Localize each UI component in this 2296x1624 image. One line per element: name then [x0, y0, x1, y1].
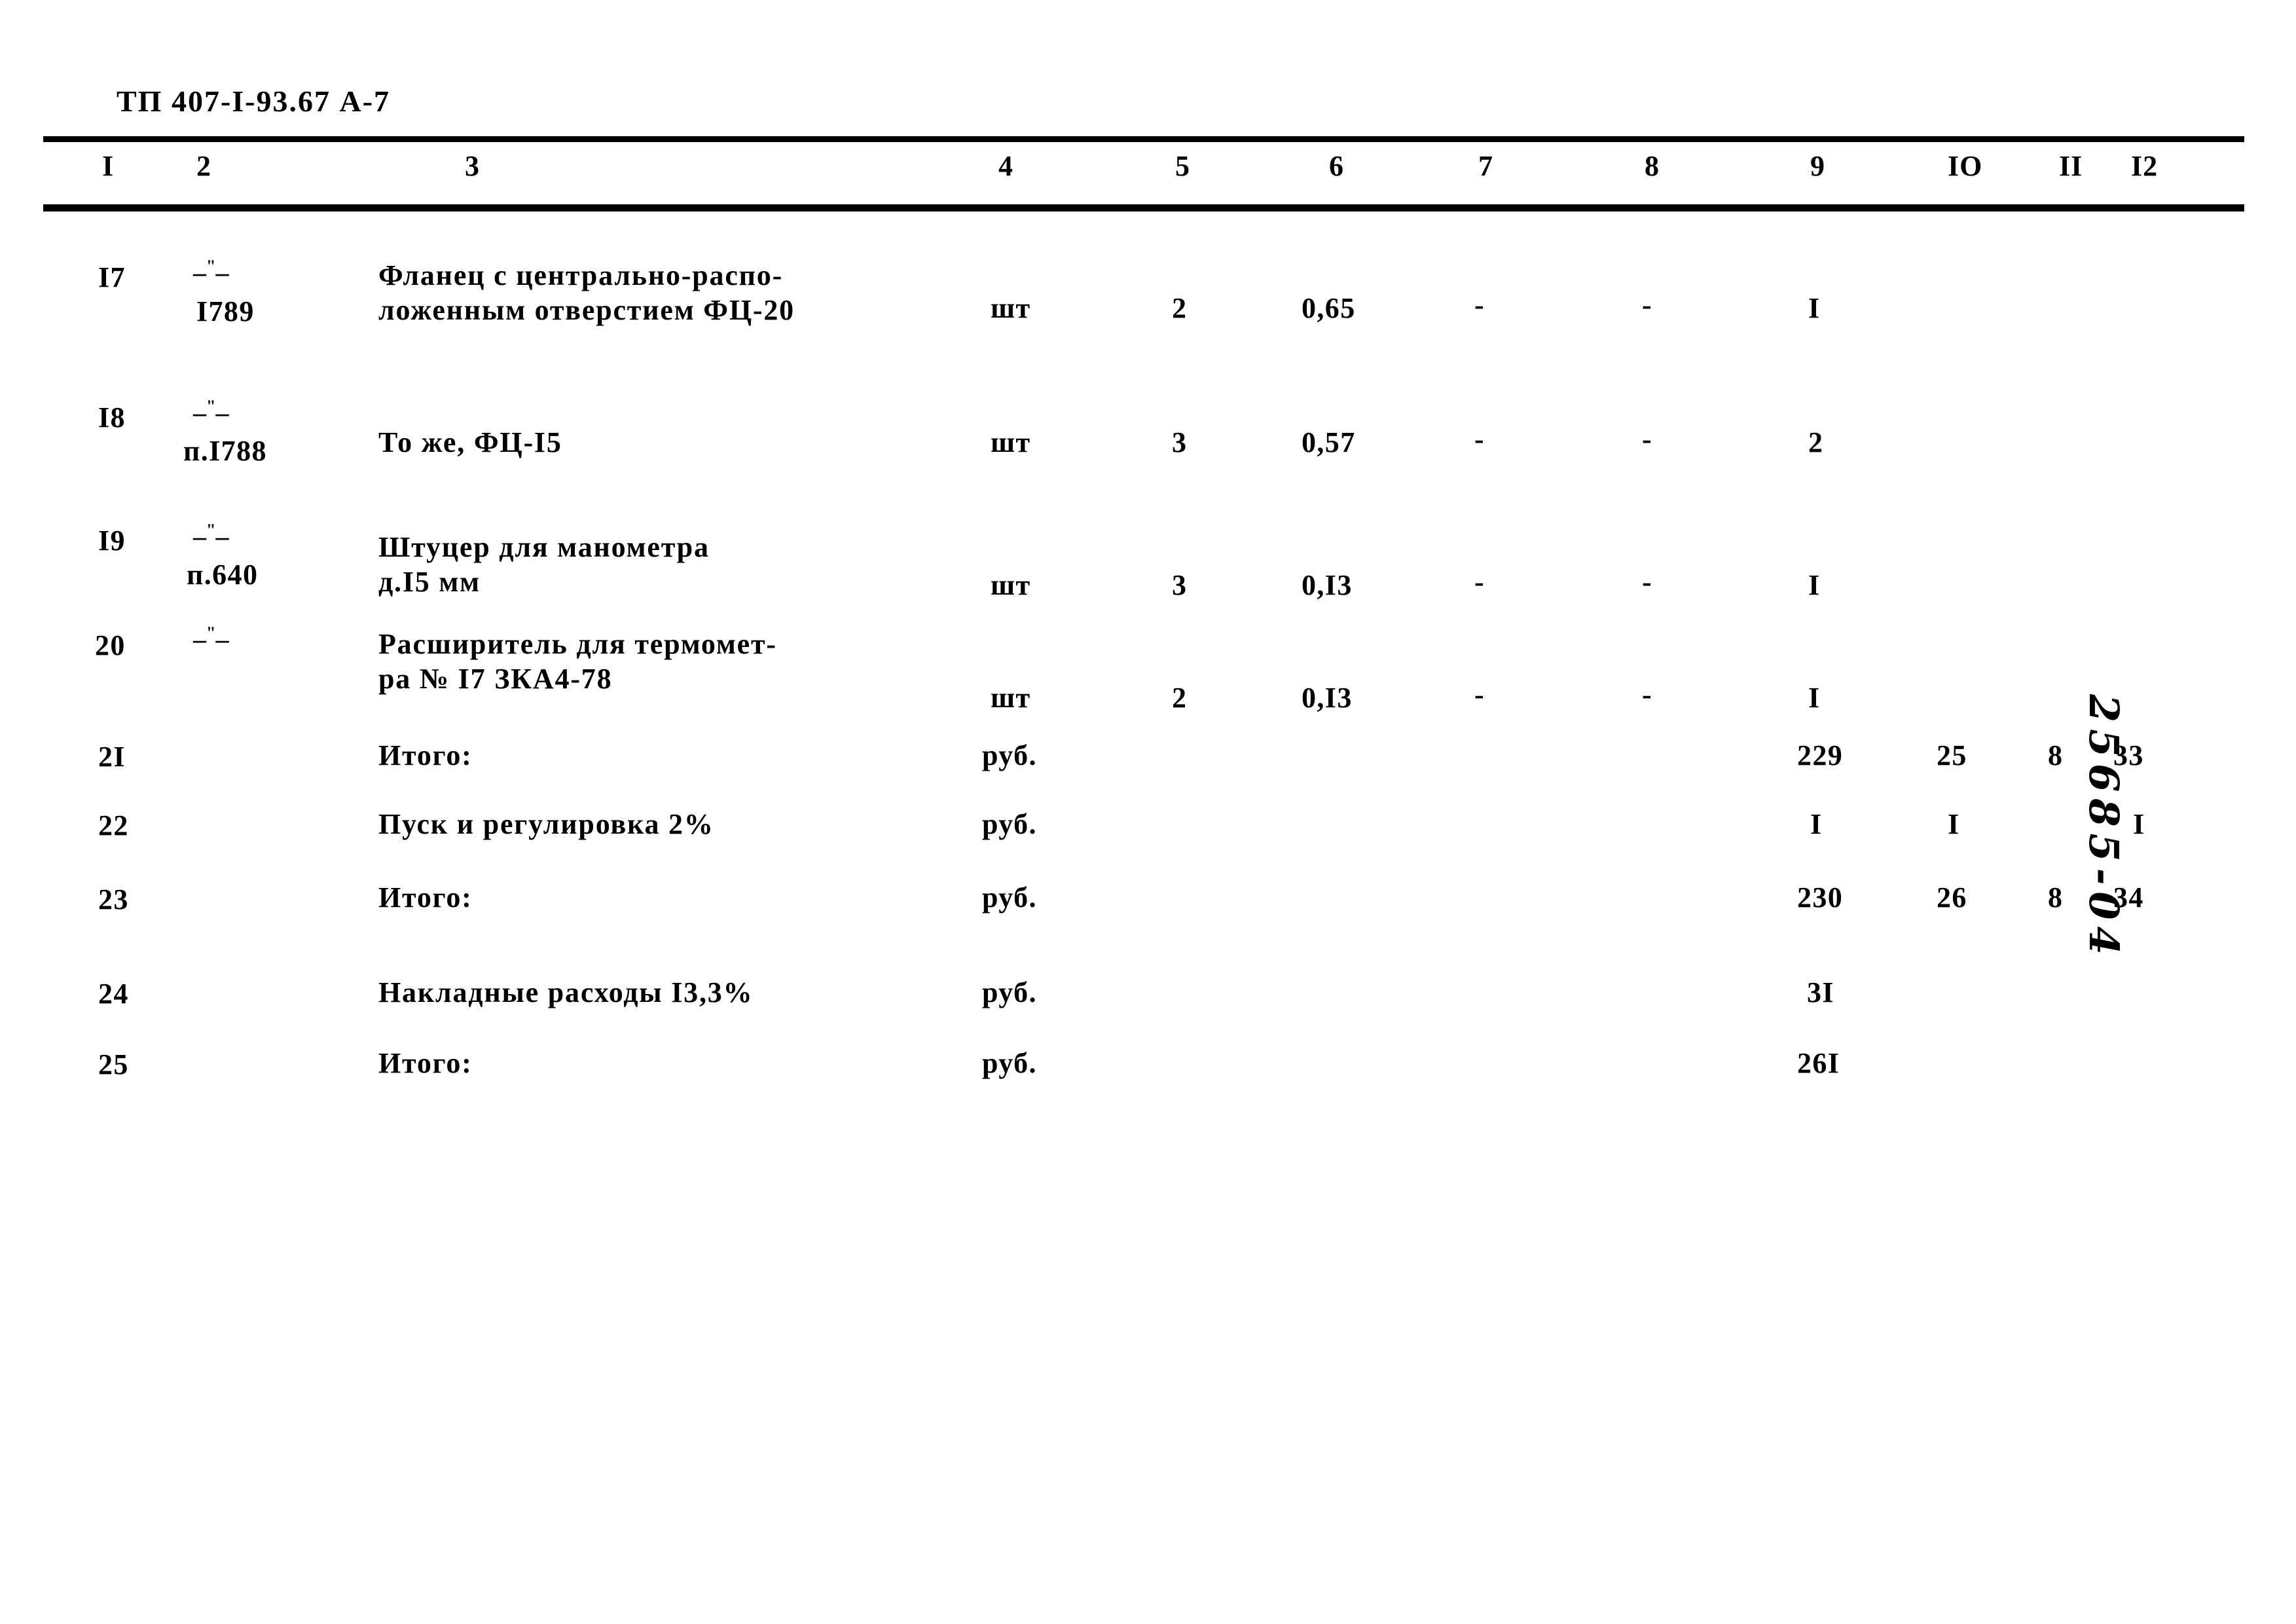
- table-row-19-col7: -: [1474, 566, 1485, 598]
- table-row-19-reference: п.640: [187, 559, 259, 591]
- table-row-18-col8: -: [1642, 423, 1653, 455]
- table-row-19-position: I9: [98, 525, 126, 557]
- column-header-12: I2: [2131, 150, 2159, 182]
- table-row-18-unit: шт: [991, 426, 1031, 458]
- table-row-20-position: 20: [95, 629, 126, 661]
- document-sheet: ТП 407-I-93.67 А-7 I 2 3 4 5 6 7 8 9 IO …: [0, 0, 2296, 1624]
- table-row-23-col11: 8: [2048, 881, 2064, 913]
- table-row-22-col12: I: [2133, 808, 2145, 840]
- table-row-17-unit: шт: [991, 292, 1031, 324]
- table-row-18-col6: 0,57: [1302, 426, 1356, 458]
- table-row-23-position: 23: [98, 883, 129, 915]
- table-row-17-position: I7: [98, 261, 126, 293]
- column-header-7: 7: [1478, 150, 1493, 182]
- table-row-18-description-line1: То же, ФЦ-I5: [378, 426, 562, 458]
- table-row-21-position: 2I: [98, 741, 126, 773]
- table-row-20-ditto: –"–: [193, 623, 229, 654]
- table-row-18-position: I8: [98, 401, 126, 434]
- table-row-17-reference: I789: [196, 295, 255, 327]
- table-row-20-col9: I: [1808, 682, 1821, 714]
- table-row-19-description-line1: Штуцер для манометра: [378, 531, 710, 563]
- table-row-21-description-line1: Итого:: [378, 739, 473, 771]
- table-row-20-description-line1: Расширитель для термомет-: [378, 628, 777, 660]
- table-row-19-col6: 0,I3: [1302, 569, 1353, 601]
- table-row-21-col9: 229: [1797, 739, 1844, 771]
- table-row-22-position: 22: [98, 809, 129, 841]
- table-row-20-col6: 0,I3: [1302, 682, 1353, 714]
- document-code: ТП 407-I-93.67 А-7: [117, 84, 391, 118]
- table-row-19-quantity: 3: [1172, 569, 1188, 601]
- column-header-4: 4: [998, 150, 1013, 182]
- table-row-17-ditto: –"–: [193, 257, 229, 287]
- column-header-10: IO: [1948, 150, 1983, 182]
- table-row-23-col9: 230: [1797, 881, 1844, 913]
- table-row-17-col9: I: [1808, 292, 1821, 324]
- table-row-19-unit: шт: [991, 569, 1031, 601]
- column-header-3: 3: [465, 150, 480, 182]
- table-row-22-unit: руб.: [982, 808, 1037, 840]
- table-row-19-col8: -: [1642, 566, 1653, 598]
- column-header-1: I: [102, 150, 115, 182]
- table-row-24-position: 24: [98, 978, 129, 1010]
- header-rule-bottom: [43, 204, 2244, 212]
- archive-number-handwritten: 25685-04: [2080, 694, 2128, 961]
- table-row-19-description-line2: д.I5 мм: [378, 566, 481, 598]
- table-row-19-col9: I: [1808, 569, 1821, 601]
- table-row-25-position: 25: [98, 1048, 129, 1080]
- table-row-24-description-line1: Накладные расходы I3,3%: [378, 976, 754, 1008]
- column-header-6: 6: [1329, 150, 1344, 182]
- table-row-22-description-line1: Пуск и регулировка 2%: [378, 808, 714, 840]
- table-row-18-quantity: 3: [1172, 426, 1188, 458]
- table-row-18-col9: 2: [1808, 426, 1824, 458]
- table-row-17-col8: -: [1642, 289, 1653, 321]
- table-row-20-col7: -: [1474, 678, 1485, 710]
- table-row-17-col7: -: [1474, 289, 1485, 321]
- table-row-24-unit: руб.: [982, 976, 1037, 1008]
- table-row-19-ditto: –"–: [193, 521, 229, 551]
- table-row-18-col7: -: [1474, 423, 1485, 455]
- table-row-18-reference: п.I788: [183, 435, 267, 467]
- column-header-9: 9: [1810, 150, 1825, 182]
- header-rule-top: [43, 136, 2244, 142]
- table-row-25-unit: руб.: [982, 1047, 1037, 1079]
- table-row-17-description-line1: Фланец с центрально-распо-: [378, 259, 784, 291]
- table-row-21-col10: 25: [1937, 739, 1967, 771]
- table-row-17-description-line2: ложенным отверстием ФЦ-20: [378, 294, 795, 326]
- column-header-5: 5: [1175, 150, 1190, 182]
- table-row-25-col9: 26I: [1797, 1047, 1840, 1079]
- table-row-21-col11: 8: [2048, 739, 2064, 771]
- table-row-20-unit: шт: [991, 682, 1031, 714]
- table-row-18-ditto: –"–: [193, 397, 229, 428]
- table-row-21-unit: руб.: [982, 739, 1037, 771]
- table-row-20-col8: -: [1642, 678, 1653, 710]
- table-row-24-col9: 3I: [1807, 976, 1834, 1008]
- table-row-23-description-line1: Итого:: [378, 881, 473, 913]
- table-row-23-unit: руб.: [982, 881, 1037, 913]
- table-row-17-col6: 0,65: [1302, 292, 1356, 324]
- table-row-23-col10: 26: [1937, 881, 1967, 913]
- table-row-25-description-line1: Итого:: [378, 1047, 473, 1079]
- table-row-22-col9: I: [1810, 808, 1823, 840]
- table-row-17-quantity: 2: [1172, 292, 1188, 324]
- column-header-2: 2: [196, 150, 211, 182]
- table-row-20-quantity: 2: [1172, 682, 1188, 714]
- table-row-20-description-line2: ра № I7 ЗКА4-78: [378, 663, 613, 695]
- table-row-22-col10: I: [1948, 808, 1960, 840]
- column-header-11: II: [2059, 150, 2083, 182]
- column-header-8: 8: [1645, 150, 1660, 182]
